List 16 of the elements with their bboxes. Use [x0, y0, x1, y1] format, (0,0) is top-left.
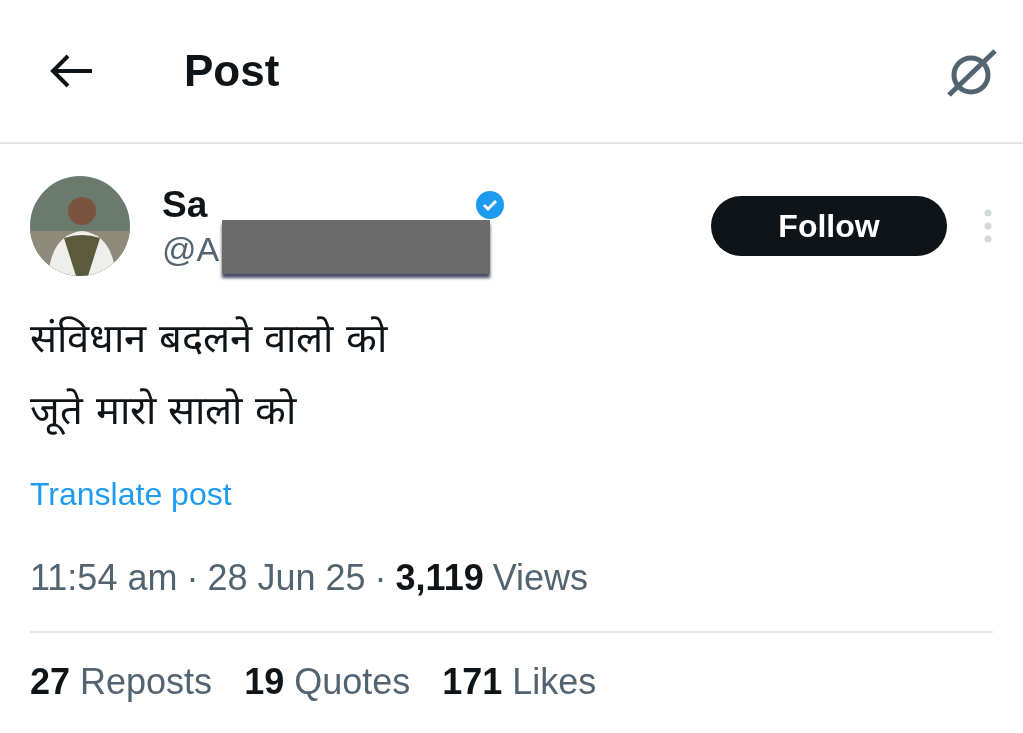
views-count: 3,119	[395, 557, 484, 599]
post-date: 28 Jun 25	[207, 557, 366, 599]
stat-link[interactable]: 171 Likes	[442, 661, 597, 703]
author-handle[interactable]: @A	[162, 229, 220, 269]
separator-dot: ·	[374, 557, 387, 599]
post-text-line: जूते मारो सालो को	[30, 386, 298, 437]
views-label: Views	[492, 557, 589, 599]
post-time: 11:54 am	[30, 557, 178, 599]
stat-link[interactable]: 19 Quotes	[244, 661, 411, 703]
back-arrow-icon[interactable]	[50, 53, 94, 89]
stat-link[interactable]: 27 Reposts	[30, 661, 213, 703]
post-text-line: संविधान बदलने वालो को	[30, 314, 389, 363]
separator-dot: ·	[186, 557, 199, 599]
author-name[interactable]: Sa	[162, 183, 208, 226]
page-title: Post	[184, 46, 281, 96]
follow-button[interactable]: Follow	[711, 196, 947, 256]
